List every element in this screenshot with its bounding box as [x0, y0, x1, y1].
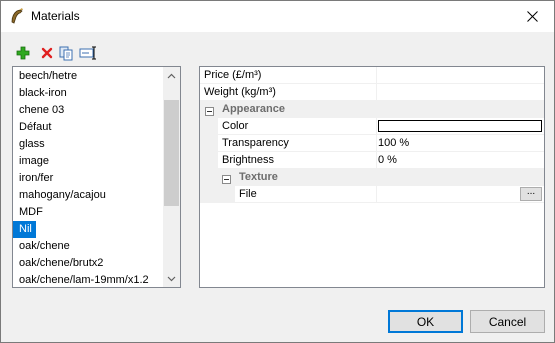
cancel-button[interactable]: Cancel	[470, 310, 545, 333]
list-item[interactable]: oak/chene	[13, 238, 165, 255]
property-label: File	[239, 188, 257, 200]
list-item[interactable]: iron/fer	[13, 170, 165, 187]
category-label: Texture	[239, 171, 278, 183]
browse-file-button[interactable]: ...	[520, 187, 542, 201]
list-item[interactable]: chene 03	[13, 102, 165, 119]
list-item[interactable]: MDF	[13, 204, 165, 221]
collapse-icon[interactable]	[222, 173, 231, 184]
delete-button[interactable]	[39, 45, 55, 61]
indent-gutter	[200, 169, 218, 186]
property-label: Brightness	[222, 154, 274, 166]
list-item[interactable]: black-iron	[13, 85, 165, 102]
category-texture[interactable]: Texture	[200, 169, 544, 186]
property-row-price[interactable]: Price (£/m³)	[200, 67, 544, 84]
collapse-icon[interactable]	[205, 105, 214, 116]
list-item[interactable]: oak/chene/lam-19mm/x1.2	[13, 272, 165, 287]
property-label: Transparency	[222, 137, 289, 149]
property-row-transparency[interactable]: Transparency 100 %	[200, 135, 544, 152]
copy-icon	[59, 46, 73, 61]
color-swatch[interactable]	[378, 120, 542, 132]
close-button[interactable]	[510, 1, 554, 32]
divider	[376, 186, 377, 203]
list-item[interactable]: Défaut	[13, 119, 165, 136]
title-bar[interactable]: Materials	[1, 1, 554, 32]
close-icon	[526, 11, 538, 22]
window-title: Materials	[31, 9, 80, 23]
add-button[interactable]	[15, 45, 31, 61]
rename-icon	[79, 46, 96, 60]
add-icon	[16, 46, 30, 60]
delete-icon	[41, 47, 53, 59]
indent-gutter	[200, 152, 218, 169]
materials-list[interactable]: beech/hetre black-iron chene 03 Défaut g…	[12, 66, 181, 288]
divider	[376, 67, 377, 84]
list-item[interactable]: beech/hetre	[13, 68, 165, 85]
scroll-thumb[interactable]	[164, 100, 179, 206]
divider	[376, 135, 377, 152]
materials-list-items: beech/hetre black-iron chene 03 Défaut g…	[13, 68, 165, 287]
app-icon	[9, 7, 25, 25]
list-item[interactable]: glass	[13, 136, 165, 153]
property-label: Weight (kg/m³)	[204, 86, 276, 98]
property-grid: Price (£/m³) Weight (kg/m³) Appearance C…	[199, 66, 545, 288]
property-row-brightness[interactable]: Brightness 0 %	[200, 152, 544, 169]
property-row-weight[interactable]: Weight (kg/m³)	[200, 84, 544, 101]
list-item[interactable]: image	[13, 153, 165, 170]
scroll-down-button[interactable]	[163, 270, 180, 287]
materials-dialog: Materials beech/hetre black-iron chene 0…	[0, 0, 555, 343]
list-item[interactable]: mahogany/acajou	[13, 187, 165, 204]
property-row-file[interactable]: File ...	[200, 186, 544, 203]
rename-button[interactable]	[79, 45, 96, 61]
list-item-selected[interactable]: Nil	[13, 221, 36, 238]
brightness-value[interactable]: 0 %	[378, 152, 397, 169]
divider	[376, 152, 377, 169]
list-item[interactable]: oak/chene/brutx2	[13, 255, 165, 272]
indent-gutter	[200, 118, 218, 135]
chevron-down-icon	[167, 276, 176, 281]
copy-button[interactable]	[58, 45, 74, 61]
divider	[376, 118, 377, 135]
vertical-scrollbar[interactable]	[163, 67, 180, 287]
chevron-up-icon	[167, 73, 176, 78]
property-label: Price (£/m³)	[204, 69, 262, 81]
scroll-up-button[interactable]	[163, 67, 180, 84]
transparency-value[interactable]: 100 %	[378, 135, 409, 152]
indent-gutter	[200, 135, 218, 152]
divider	[376, 84, 377, 101]
ok-button[interactable]: OK	[388, 310, 463, 333]
property-label: Color	[222, 120, 249, 132]
category-label: Appearance	[222, 103, 285, 115]
property-row-color[interactable]: Color	[200, 118, 544, 135]
indent-gutter	[200, 186, 235, 203]
category-appearance[interactable]: Appearance	[200, 101, 544, 118]
